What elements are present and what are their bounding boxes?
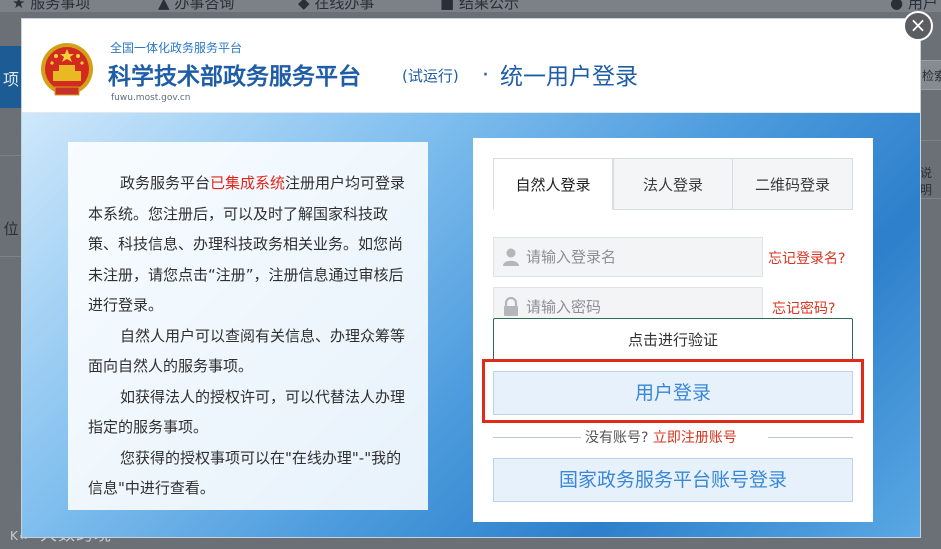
info-panel: 政务服务平台已集成系统注册用户均可登录本系统。您注册后，可以及时了解国家科技政策… — [68, 142, 428, 510]
national-platform-login-button[interactable]: 国家政务服务平台账号登录 — [493, 458, 853, 502]
bg-divider — [0, 155, 22, 156]
bg-nav-item-consult[interactable]: ▲ 办事咨询 — [158, 0, 234, 13]
brand-trial-label: (试运行) — [402, 67, 459, 85]
bg-divider — [0, 256, 22, 257]
login-tabs: 自然人登录 法人登录 二维码登录 — [493, 158, 853, 210]
divider-left — [493, 437, 581, 438]
modal-title: 统一用户登录 — [500, 64, 638, 90]
verify-button[interactable]: 点击进行验证 — [493, 318, 853, 362]
tab-legal-person[interactable]: 法人登录 — [613, 158, 733, 210]
highlight-text: 已集成系统 — [210, 174, 286, 192]
bg-nav-label: 用户 — [907, 0, 938, 12]
bg-nav-label: 结果公示 — [458, 0, 519, 12]
close-icon[interactable]: × — [903, 11, 933, 41]
register-link[interactable]: 立即注册账号 — [653, 430, 737, 446]
highlight-box — [482, 359, 864, 423]
modal-body: 政务服务平台已集成系统注册用户均可登录本系统。您注册后，可以及时了解国家科技政策… — [22, 113, 920, 537]
bg-nav-label: 办事咨询 — [174, 0, 235, 12]
bg-nav-item-services[interactable]: ★ 服务事项 — [12, 0, 90, 13]
forgot-password-link[interactable]: 忘记密码? — [772, 298, 835, 318]
bg-nav-item-results[interactable]: ■ 结果公示 — [440, 0, 519, 13]
bg-nav-label: 在线办事 — [314, 0, 375, 12]
modal-header: 全国一体化政务服务平台 科学技术部政务服务平台 (试运行) · 统一用户登录 f… — [22, 19, 920, 113]
brand-url: fuwu.most.gov.cn — [111, 93, 191, 103]
brand-subtitle: 全国一体化政务服务平台 — [110, 41, 243, 55]
bg-right-label: 说明 — [920, 166, 933, 197]
bg-nav-item-online[interactable]: ◆ 在线办事 — [298, 0, 374, 13]
user-icon — [503, 248, 519, 266]
bg-search-input[interactable]: 检索 — [918, 60, 941, 90]
info-paragraph-2: 自然人用户可以查阅有关信息、办理众筹等面向自然人的服务事项。 — [88, 326, 406, 376]
lock-icon — [504, 297, 518, 316]
bg-left-tab: 项 — [0, 46, 22, 108]
divider-right — [768, 437, 853, 438]
info-paragraph-3: 如获得法人的授权许可，可以代替法人办理指定的服务事项。 — [88, 387, 406, 437]
login-panel: 自然人登录 法人登录 二维码登录 忘记登录名? 忘记密码? — [473, 138, 873, 522]
brand-separator: · — [482, 63, 489, 88]
username-field[interactable] — [493, 237, 763, 277]
tab-natural-person[interactable]: 自然人登录 — [493, 158, 613, 210]
bg-left-label: 位 — [3, 220, 19, 238]
info-paragraph-1: 政务服务平台已集成系统注册用户均可登录本系统。您注册后，可以及时了解国家科技政策… — [88, 174, 406, 314]
national-emblem-icon — [41, 43, 93, 96]
forgot-username-link[interactable]: 忘记登录名? — [768, 248, 845, 268]
no-account-text: 没有账号? 立即注册账号 — [585, 430, 737, 446]
brand-title: 科学技术部政务服务平台 — [108, 64, 361, 90]
bg-nav-label: 服务事项 — [30, 0, 91, 12]
info-paragraph-4: 您获得的授权事项可以在"在线办理"-"我的信息"中进行查看。 — [88, 448, 402, 498]
bg-divider — [921, 198, 941, 199]
tab-qrcode[interactable]: 二维码登录 — [732, 158, 853, 210]
bg-divider — [921, 140, 941, 141]
username-input[interactable] — [526, 238, 756, 276]
login-modal: 全国一体化政务服务平台 科学技术部政务服务平台 (试运行) · 统一用户登录 f… — [21, 18, 921, 538]
